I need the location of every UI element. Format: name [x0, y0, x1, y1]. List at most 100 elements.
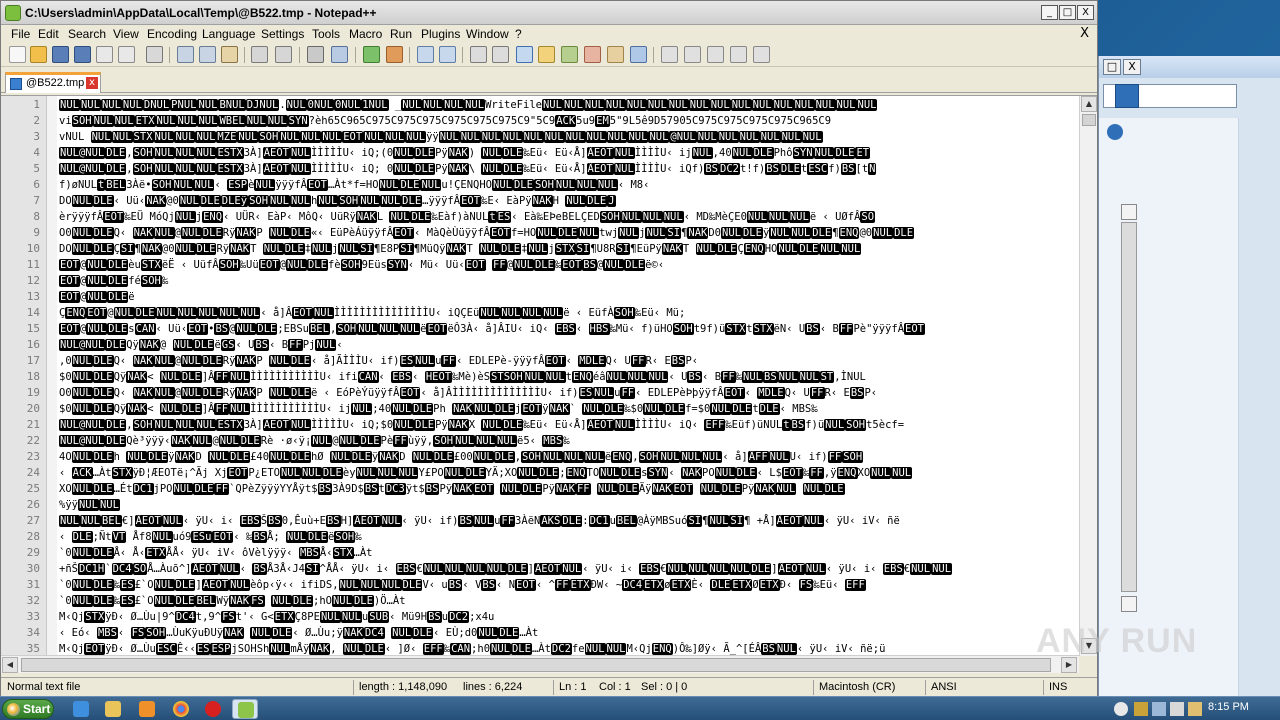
user-defined-language-icon[interactable]: [538, 46, 555, 63]
maximize-button[interactable]: □: [1059, 5, 1076, 20]
text-line[interactable]: DONUL DLE‹ Uü‹NAK@0NUL DLE DLEÿ SOH NUL NULhNU…: [59, 193, 1075, 209]
tray-chevron-icon[interactable]: [1114, 702, 1128, 716]
text-line[interactable]: ÇENQ EOT@NUL DLE NUL NUL NUL NUL NUL‹ å]ÂEOT NUL…: [59, 305, 1075, 321]
save-macro-icon[interactable]: [753, 46, 770, 63]
text-line[interactable]: NUL@NUL DLE,SOH NUL NUL NUL ESTX3À]ÂEOT NULÌÌÌ…: [59, 417, 1075, 433]
text-line[interactable]: EOT@NUL DLEë: [59, 289, 1075, 305]
background-scrollbar[interactable]: [1121, 222, 1137, 592]
find-icon[interactable]: [307, 46, 324, 63]
background-window-titlebar[interactable]: □ X: [1099, 56, 1280, 78]
text-line[interactable]: +ñŠDC1H`DC4 SOÅ…Àuõ^]ÂEOT NUL‹ BSÅ3Å‹J4SI^…: [59, 561, 1075, 577]
tray-security-icon[interactable]: [1134, 702, 1148, 716]
indent-guide-icon[interactable]: [516, 46, 533, 63]
text-line[interactable]: vNUL NUL NUL STX NUL NUL NUL MZE NUL SOH NUL NUL NU…: [59, 129, 1075, 145]
cut-icon[interactable]: [177, 46, 194, 63]
text-line[interactable]: f)øNULt BEL3Àë•SOH NUL NUL‹ ESPèNULÿÿÿfÂEOT…: [59, 177, 1075, 193]
background-maximize-button[interactable]: □: [1103, 59, 1121, 75]
text-line[interactable]: ‹ Eó‹ MBS‹ FS SOH…ÙuKÿuÐUÿNAK NUL DLE‹ Ø…Ù…: [59, 625, 1075, 641]
editor[interactable]: 1 2 3 4 5 6 7 8 9 10 11 12 13 14 15 16 17 18 19 20 21 22 23 24 2…: [1, 95, 1097, 656]
stop-recording-icon[interactable]: [684, 46, 701, 63]
text-line[interactable]: ‹ DLE;ÑtVT Åf8NULuó9ESu EOT‹ ‰BSÅ; NUL DLE…: [59, 529, 1075, 545]
notepadpp-app-icon[interactable]: [5, 5, 21, 21]
menu-file[interactable]: File: [11, 27, 30, 41]
tray-network-icon[interactable]: [1152, 702, 1166, 716]
text-line[interactable]: `0NUL DLE‰ES£`ONUL DLE BELWÿNAK FS NUL DLE;hO…: [59, 593, 1075, 609]
text-line[interactable]: NUL@NUL DLEQè³ÿÿÿ‹NAK NUL@NUL DLERè ·ø‹ÿ¡NU…: [59, 433, 1075, 449]
text-line[interactable]: `0NUL DLEÅ‹ Å‹ETXÅÅ‹ ÿU‹ iV‹ ôVèlÿÿÿ‹ MBS…: [59, 545, 1075, 561]
scroll-down-arrow[interactable]: [1121, 596, 1137, 612]
tray-volume-icon[interactable]: [1170, 702, 1184, 716]
tab-b522-tmp[interactable]: @B522.tmp x: [5, 72, 101, 93]
menu-edit[interactable]: Edit: [38, 27, 59, 41]
taskbar-security-app[interactable]: [200, 699, 226, 719]
taskbar-internet-explorer[interactable]: [68, 699, 94, 719]
text-line[interactable]: EOT@NUL DLEféSOH‰: [59, 273, 1075, 289]
sync-horizontal-icon[interactable]: [439, 46, 456, 63]
menu-window[interactable]: Window: [466, 27, 509, 41]
text-area[interactable]: NUL NUL NUL NUL DNUL PNUL NUL BNUL DJNUL.NUL 0NUL…: [59, 96, 1075, 656]
text-line[interactable]: ,0NUL DLEQ‹ NAK NUL@NUL DLERÿNAKP NUL DLE‹ å…: [59, 353, 1075, 369]
text-line[interactable]: EOT@NUL DLEsCAN‹ Uü‹EOT•BS@NUL DLE;EBSuBEL…: [59, 321, 1075, 337]
text-line[interactable]: NUL@NUL DLE,SOH NUL NUL NUL ESTX3À]ÂEOT NULÌÌÌ…: [59, 145, 1075, 161]
folder-as-workspace-icon[interactable]: [607, 46, 624, 63]
close-all-icon[interactable]: [118, 46, 135, 63]
scroll-up-arrow[interactable]: [1121, 204, 1137, 220]
open-folder-icon[interactable]: [30, 46, 47, 63]
paste-icon[interactable]: [221, 46, 238, 63]
menu-plugins[interactable]: Plugins: [421, 27, 460, 41]
help-icon[interactable]: [1107, 124, 1123, 140]
show-all-characters-icon[interactable]: [492, 46, 509, 63]
text-line[interactable]: $0NUL DLEQÿNAK< NUL DLE]ÂFF NULÌÌÌÌÌÌÌÌÌÌÌU…: [59, 401, 1075, 417]
undo-icon[interactable]: [251, 46, 268, 63]
text-line[interactable]: 4ONUL DLEh NUL DLEÿNAKD NUL DLE£40NUL DLEhØ …: [59, 449, 1075, 465]
horizontal-scrollbar[interactable]: ◀ ▶: [1, 655, 1079, 673]
text-line[interactable]: O0NUL DLEQ‹ NAK NUL@NUL DLERÿNAKP NUL DLE«‹ …: [59, 225, 1075, 241]
clock[interactable]: 8:15 PM: [1208, 701, 1249, 713]
menu-help[interactable]: ?: [515, 27, 522, 41]
text-line[interactable]: EOT@NUL DLEèuSTXëË ‹ UüfÂSOH‰UüEOT@NUL DLE…: [59, 257, 1075, 273]
text-line[interactable]: viSOH NUL NUL ETX NUL NUL NUL WBEL NUL NUL SYN?èh6…: [59, 113, 1075, 129]
minimize-button[interactable]: _: [1041, 5, 1058, 20]
menu-tools[interactable]: Tools: [312, 27, 340, 41]
taskbar-notepadpp[interactable]: [232, 699, 258, 719]
menu-run[interactable]: Run: [390, 27, 412, 41]
sync-vertical-icon[interactable]: [417, 46, 434, 63]
redo-icon[interactable]: [275, 46, 292, 63]
horizontal-scroll-thumb[interactable]: [21, 658, 1051, 672]
copy-icon[interactable]: [199, 46, 216, 63]
menu-search[interactable]: Search: [68, 27, 106, 41]
taskbar-media-player[interactable]: [134, 699, 160, 719]
vertical-scroll-thumb[interactable]: [1082, 114, 1096, 126]
word-wrap-icon[interactable]: [470, 46, 487, 63]
text-line[interactable]: NUL NUL BEL€]ÂEOT NUL‹ ÿU‹ i‹ EBSŠBS0,Êuù+E…: [59, 513, 1075, 529]
text-line[interactable]: $0NUL DLEQÿNAK< NUL DLE]ÂFF NULÌÌÌÌÌÌÌÌÌÌÌU…: [59, 369, 1075, 385]
new-file-icon[interactable]: [9, 46, 26, 63]
start-button[interactable]: Start: [2, 699, 54, 719]
taskbar-explorer[interactable]: [100, 699, 126, 719]
close-file-icon[interactable]: [96, 46, 113, 63]
record-macro-icon[interactable]: [661, 46, 678, 63]
close-document-button[interactable]: X: [1080, 26, 1089, 41]
text-line[interactable]: èrÿÿÿfÂEOT‰EÜ MóQjNULjENQ‹ UÜR‹ EàP‹ MôQ…: [59, 209, 1075, 225]
zoom-out-icon[interactable]: [386, 46, 403, 63]
text-line[interactable]: NUL NUL NUL NUL DNUL PNUL NUL BNUL DJNUL.NUL 0NUL…: [59, 97, 1075, 113]
vertical-scrollbar[interactable]: ▲ ▼: [1079, 96, 1097, 656]
save-icon[interactable]: [52, 46, 69, 63]
function-list-icon[interactable]: [584, 46, 601, 63]
menu-language[interactable]: Language: [202, 27, 255, 41]
run-macro-multiple-icon[interactable]: [730, 46, 747, 63]
background-close-button[interactable]: X: [1123, 59, 1141, 75]
menu-view[interactable]: View: [113, 27, 139, 41]
text-line[interactable]: %ÿÿNUL NUL: [59, 497, 1075, 513]
title-bar[interactable]: C:\Users\admin\AppData\Local\Temp\@B522.…: [1, 1, 1097, 25]
tray-action-center-icon[interactable]: [1188, 702, 1202, 716]
taskbar-chrome[interactable]: [168, 699, 194, 719]
menu-settings[interactable]: Settings: [261, 27, 304, 41]
scroll-left-icon[interactable]: ◀: [2, 657, 18, 673]
text-line[interactable]: `0NUL DLE‰ES£`ONUL DLE]ÂEOT NULèôp‹ÿ‹‹ ifiD…: [59, 577, 1075, 593]
document-map-icon[interactable]: [561, 46, 578, 63]
playback-macro-icon[interactable]: [707, 46, 724, 63]
scroll-up-icon[interactable]: ▲: [1081, 96, 1097, 112]
save-all-icon[interactable]: [74, 46, 91, 63]
text-line[interactable]: NUL@NUL DLE,SOH NUL NUL NUL ESTX3À]ÂEOT NULÌÌÌ…: [59, 161, 1075, 177]
